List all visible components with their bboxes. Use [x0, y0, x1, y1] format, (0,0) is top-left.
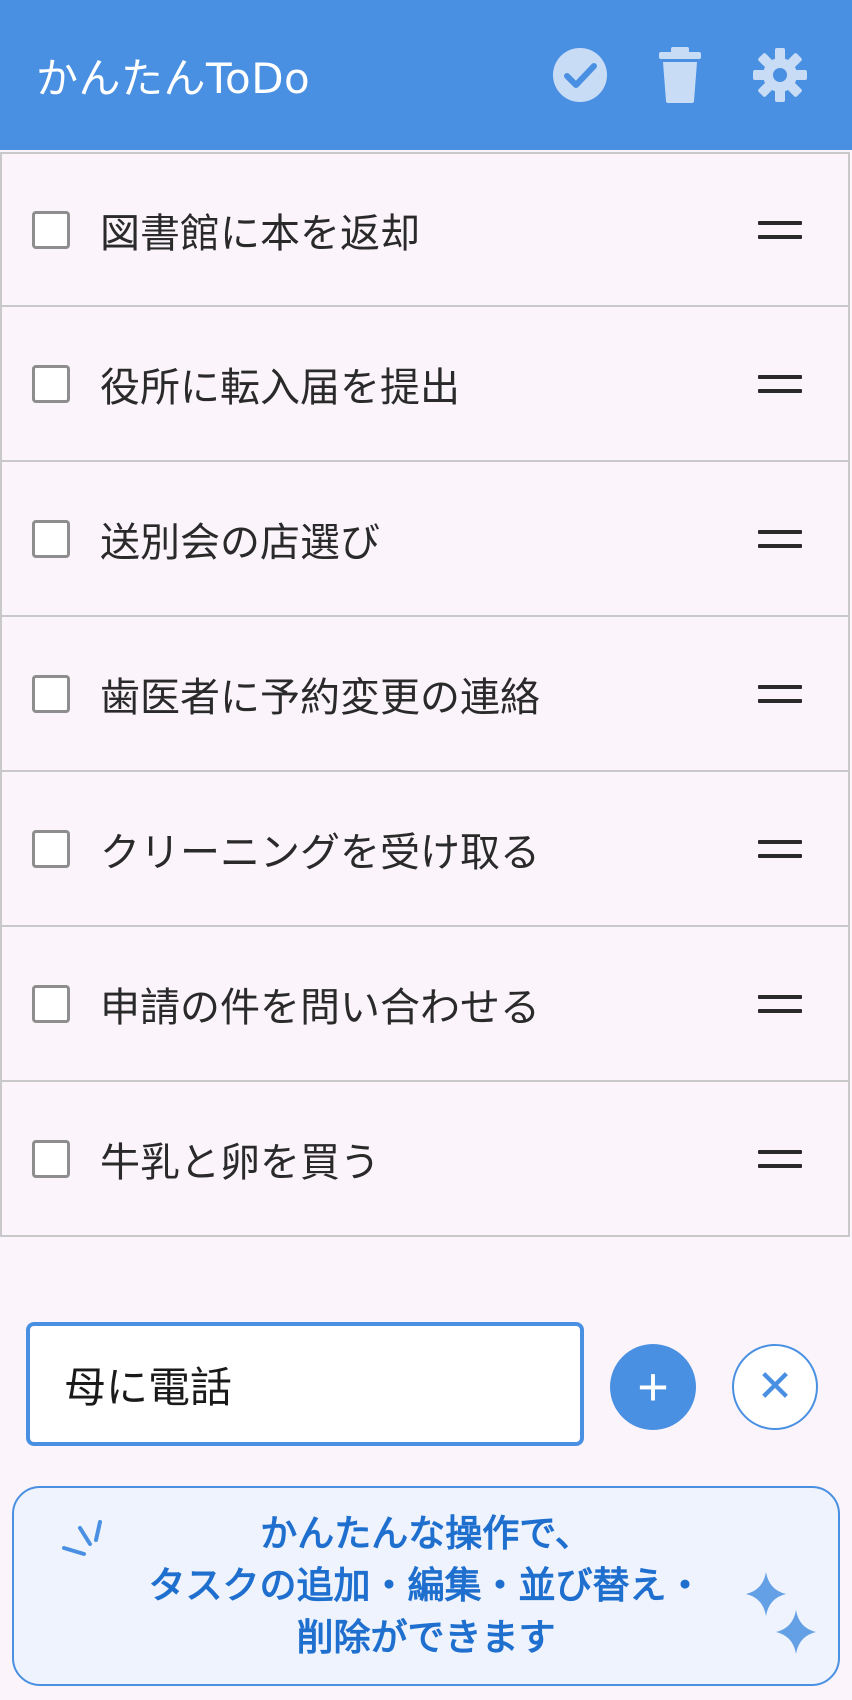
task-checkbox[interactable]: [32, 674, 70, 713]
task-label: 申請の件を問い合わせる: [100, 984, 540, 1031]
drag-handle-icon[interactable]: [758, 1144, 802, 1174]
task-label: 図書館に本を返却: [100, 210, 420, 257]
task-label: 役所に転入届を提出: [100, 364, 460, 411]
task-checkbox[interactable]: [32, 519, 70, 558]
new-task-bar: + ✕: [26, 1322, 826, 1446]
task-row[interactable]: 歯医者に予約変更の連絡: [0, 617, 850, 772]
drag-handle-icon[interactable]: [758, 679, 802, 709]
banner-line: かんたんな操作で、: [260, 1512, 592, 1555]
info-banner: かんたんな操作で、 タスクの追加・編集・並び替え・ 削除ができます: [12, 1486, 840, 1686]
task-label: 牛乳と卵を買う: [100, 1139, 380, 1186]
banner-line: 削除ができます: [296, 1616, 556, 1659]
task-row[interactable]: 図書館に本を返却: [0, 152, 850, 307]
check-circle-icon[interactable]: [548, 43, 612, 107]
task-label: クリーニングを受け取る: [100, 829, 540, 876]
task-checkbox[interactable]: [32, 984, 70, 1023]
drag-handle-icon[interactable]: [758, 215, 802, 245]
task-checkbox[interactable]: [32, 210, 70, 249]
app-header: かんたんToDo: [0, 0, 852, 150]
add-task-button[interactable]: +: [610, 1344, 696, 1430]
task-label: 歯医者に予約変更の連絡: [100, 674, 540, 721]
task-row[interactable]: 牛乳と卵を買う: [0, 1082, 850, 1237]
task-row[interactable]: 申請の件を問い合わせる: [0, 927, 850, 1082]
task-list: 図書館に本を返却 役所に転入届を提出 送別会の店選び 歯医者に予約変更の連絡 ク…: [0, 152, 850, 1237]
task-checkbox[interactable]: [32, 1139, 70, 1178]
trash-icon[interactable]: [648, 43, 712, 107]
banner-line: タスクの追加・編集・並び替え・: [148, 1564, 704, 1607]
clear-input-button[interactable]: ✕: [732, 1344, 818, 1430]
task-checkbox[interactable]: [32, 364, 70, 403]
task-row[interactable]: 役所に転入届を提出: [0, 307, 850, 462]
app-title: かんたんToDo: [36, 53, 311, 103]
drag-handle-icon[interactable]: [758, 524, 802, 554]
task-label: 送別会の店選び: [100, 519, 380, 566]
drag-handle-icon[interactable]: [758, 834, 802, 864]
gear-icon[interactable]: [748, 43, 812, 107]
drag-handle-icon[interactable]: [758, 989, 802, 1019]
task-row[interactable]: クリーニングを受け取る: [0, 772, 850, 927]
header-toolbar: [512, 43, 812, 107]
task-row[interactable]: 送別会の店選び: [0, 462, 850, 617]
new-task-input[interactable]: [26, 1322, 584, 1446]
task-checkbox[interactable]: [32, 829, 70, 868]
drag-handle-icon[interactable]: [758, 369, 802, 399]
burst-icon: [62, 1520, 102, 1556]
sparkle-icon: [746, 1572, 816, 1654]
